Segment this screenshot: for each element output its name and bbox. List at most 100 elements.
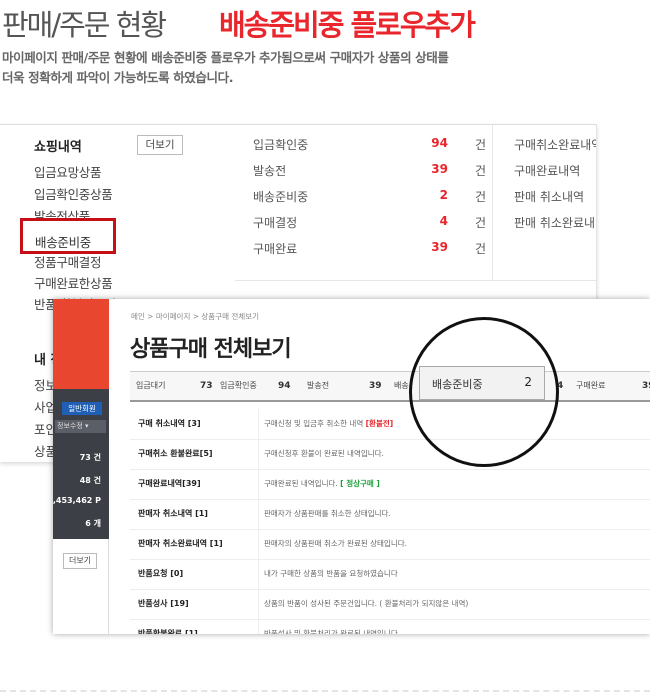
divider [258, 439, 259, 469]
side-item-purchase-complete[interactable]: 구매완료한상품 [34, 273, 113, 292]
row-key: 구매완료내역[39] [138, 479, 201, 488]
side-stat: 48 건 [79, 476, 101, 485]
status-tab-bar: 입금대기 73 입금확인중 94 발송전 39 배송 4 구매완료 39 [130, 371, 650, 402]
list-item[interactable]: 판매자 취소내역 [1] 판매자가 상품판매를 취소한 상태입니다. [130, 499, 650, 530]
row-key: 반품성사 [19] [138, 599, 189, 608]
member-button[interactable]: 일반회원 [62, 402, 102, 415]
headline-gray: 판매/주문 현황 [2, 8, 167, 42]
stat-count: 39 [431, 240, 448, 254]
divider [258, 529, 259, 559]
stat-label: 입금확인중 [253, 138, 309, 152]
side-item-payment-confirm[interactable]: 입금확인중상품 [34, 184, 113, 203]
tab-label: 구매완료 [576, 381, 606, 390]
stat-row[interactable]: 입금확인중 94 건 [253, 136, 488, 158]
stat-row[interactable]: 구매완료 39 건 [253, 240, 488, 262]
right-item[interactable]: 판매 취소내역 [514, 188, 584, 205]
side-item-purchase-decision[interactable]: 정품구매결정 [34, 252, 102, 271]
highlight-circle [409, 317, 559, 467]
right-item[interactable]: 판매 취소완료내역 [514, 214, 596, 231]
stat-count: 94 [431, 136, 448, 150]
divider [258, 409, 259, 439]
tab-deposit-wait[interactable]: 입금대기 73 [136, 372, 213, 400]
row-key: 구매취소 환불완료[5] [138, 449, 213, 458]
right-item[interactable]: 구매취소완료내역 [514, 136, 596, 153]
stat-row[interactable]: 발송전 39 건 [253, 162, 488, 184]
shopping-title: 쇼핑내역 [34, 140, 82, 155]
divider [258, 589, 259, 619]
brand-block [53, 299, 109, 389]
page-title: 상품구매 전체보기 [130, 337, 292, 362]
stat-row[interactable]: 배송준비중 2 건 [253, 188, 488, 210]
tab-label: 입금확인중 [220, 381, 257, 390]
list-item[interactable]: 구매 취소내역 [3] 구매신청 및 입금후 취소한 내역 [환불전] [130, 409, 650, 440]
stat-unit: 건 [474, 190, 486, 204]
tab-count: 94 [278, 381, 291, 391]
tab-decision-partial[interactable]: 4 [557, 372, 577, 400]
tab-deposit-confirm[interactable]: 입금확인중 94 [220, 372, 296, 400]
list-item[interactable]: 반품성사 [19] 상품의 반품이 성사된 주문건입니다. ( 환불처리가 되지… [130, 589, 650, 620]
side-stat: 73 건 [79, 453, 101, 462]
stat-unit: 건 [474, 164, 486, 178]
status-stats: 입금확인중 94 건 발송전 39 건 배송준비중 2 건 구매결정 4 건 구… [238, 125, 492, 280]
list-item[interactable]: 판매자 취소완료내역 [1] 판매자의 상품판매 취소가 완료된 상태입니다. [130, 529, 650, 560]
front-screenshot: 일반회원 정보수정 ▾ 73 건 48 건 4,453,462 P 6 개 더보… [53, 299, 650, 634]
tab-count: 39 [369, 381, 382, 391]
stat-count: 4 [439, 214, 448, 228]
tab-purchase-complete[interactable]: 구매완료 39 [576, 372, 650, 400]
row-key: 판매자 취소완료내역 [1] [138, 539, 223, 548]
edit-info-button[interactable]: 정보수정 ▾ [55, 420, 106, 433]
row-desc: 상품의 반품이 성사된 주문건입니다. ( 환불처리가 되지않은 내역) [264, 599, 469, 608]
breadcrumb: 메인 > 마이페이지 > 상품구매 전체보기 [131, 312, 259, 321]
divider [492, 125, 493, 280]
divider [258, 559, 259, 589]
row-tag: [ 정상구매 ] [340, 479, 380, 488]
list-item[interactable]: 구매완료내역[39] 구매완료된 내역입니다. [ 정상구매 ] [130, 469, 650, 500]
stat-count: 39 [431, 162, 448, 176]
tab-count: 39 [642, 381, 650, 391]
tab-before-shipping[interactable]: 발송전 39 [307, 372, 383, 400]
row-key: 반품환불완료 [1] [138, 629, 198, 634]
stat-unit: 건 [474, 216, 486, 230]
description-line-2: 더욱 정확하게 파악이 가능하도록 하였습니다. [2, 70, 234, 85]
row-desc: 내가 구매한 상품의 반품을 요청하였습니다 [264, 569, 398, 578]
row-desc: 판매자가 상품판매를 취소한 상태입니다. [264, 509, 391, 518]
side-stat: 6 개 [85, 519, 101, 528]
row-key: 반품요청 [0] [138, 569, 184, 578]
row-key: 판매자 취소내역 [1] [138, 509, 208, 518]
stat-count: 2 [439, 188, 448, 202]
divider [258, 499, 259, 529]
description: 마이페이지 판매/주문 현황에 배송준비중 플로우가 추가됨으로써 구매자가 상… [2, 48, 449, 88]
side-item-preparing-shipping[interactable]: 배송준비중 [35, 232, 91, 251]
right-item[interactable]: 구매완료내역 [514, 162, 580, 179]
row-desc: 구매완료된 내역입니다. [ 정상구매 ] [264, 469, 380, 499]
row-desc: 구매신청후 환불이 완료된 내역입니다. [264, 449, 384, 458]
stat-label: 발송전 [253, 164, 287, 178]
list-item[interactable]: 반품요청 [0] 내가 구매한 상품의 반품을 요청하였습니다 [130, 559, 650, 590]
headline-red: 배송준비중 플로우추가 [219, 8, 476, 42]
row-desc: 판매자의 상품판매 취소가 완료된 상태입니다. [264, 539, 408, 548]
row-key: 구매 취소내역 [3] [138, 419, 201, 428]
divider [235, 280, 596, 281]
tab-count: 73 [200, 381, 213, 391]
stat-row[interactable]: 구매결정 4 건 [253, 214, 488, 236]
divider [258, 619, 259, 634]
stat-unit: 건 [474, 138, 486, 152]
stat-label: 배송준비중 [253, 190, 309, 204]
divider [258, 469, 259, 499]
row-desc-text: 구매완료된 내역입니다. [264, 479, 341, 488]
row-desc: 구매신청 및 입금후 취소한 내역 [환불전] [264, 409, 393, 439]
list-item[interactable]: 구매취소 환불완료[5] 구매신청후 환불이 완료된 내역입니다. [130, 439, 650, 470]
tab-label: 배송 [394, 381, 409, 390]
front-more-button[interactable]: 더보기 [63, 553, 97, 569]
tab-label: 입금대기 [136, 381, 166, 390]
stat-label: 구매결정 [253, 216, 298, 230]
more-button[interactable]: 더보기 [137, 135, 183, 155]
side-item-payment-request[interactable]: 입금요망상품 [34, 162, 102, 181]
front-sidebar: 일반회원 정보수정 ▾ 73 건 48 건 4,453,462 P 6 개 더보… [53, 299, 109, 634]
row-tag: [환불전] [365, 419, 394, 428]
stat-label: 구매완료 [253, 242, 298, 256]
tab-label: 발송전 [307, 381, 330, 390]
row-desc: 반품성사 및 환불처리가 완료된 내역입니다. [264, 629, 401, 634]
bottom-divider [0, 690, 650, 692]
list-item[interactable]: 반품환불완료 [1] 반품성사 및 환불처리가 완료된 내역입니다. [130, 619, 650, 634]
